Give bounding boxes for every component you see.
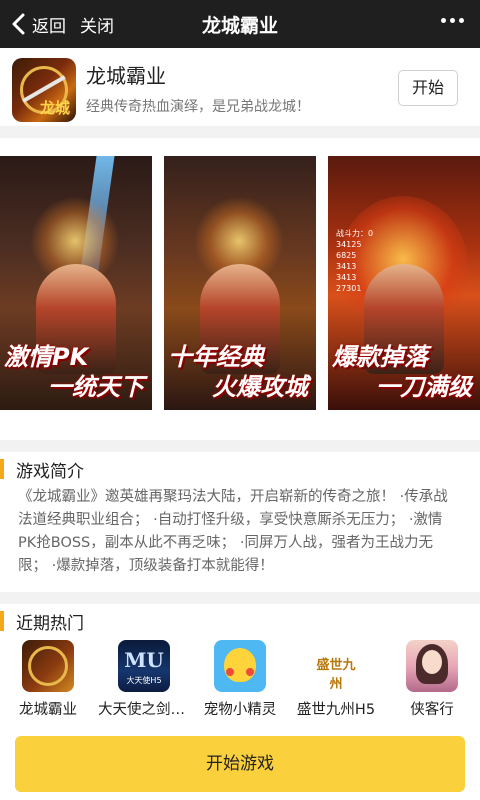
start-button[interactable]: 开始 <box>398 70 458 106</box>
banner-caption-line2: 一刀满级 <box>376 373 472 401</box>
game-icon: 盛世九州 <box>310 640 362 692</box>
app-name: 龙城霸业 <box>86 64 166 88</box>
top-nav-bar: 返回 关闭 龙城霸业 <box>0 0 480 48</box>
app-description: 经典传奇热血演绎，是兄弟战龙城！ <box>86 99 310 115</box>
intro-heading: 游戏简介 <box>0 458 84 482</box>
app-header: 龙城 龙城霸业 经典传奇热血演绎，是兄弟战龙城！ 开始 <box>0 48 480 126</box>
game-icon <box>214 640 266 692</box>
banner-caption: 十年经典 火爆攻城 <box>168 342 312 402</box>
intro-title: 游戏简介 <box>16 461 84 482</box>
chevron-left-icon <box>12 13 25 35</box>
banner-caption-line1: 激情PK <box>4 343 89 371</box>
banner-caption-line2: 火爆攻城 <box>212 373 308 401</box>
recent-heading: 近期热门 <box>0 610 84 634</box>
game-item[interactable]: 宠物小精灵 <box>194 640 286 719</box>
game-icon <box>22 640 74 692</box>
game-icon <box>406 640 458 692</box>
footer-bar: 开始游戏 <box>0 728 480 800</box>
close-button[interactable]: 关闭 <box>80 12 114 37</box>
banner-caption: 爆款掉落 一刀满级 <box>332 342 476 402</box>
game-name: 大天使之剑H5 <box>98 702 190 718</box>
game-icon-subtitle: 大天使H5 <box>126 676 162 685</box>
back-button[interactable]: 返回 <box>10 12 66 37</box>
game-item[interactable]: 龙城霸业 <box>2 640 94 719</box>
game-name: 侠客行 <box>410 702 454 718</box>
section-accent-bar <box>0 611 4 631</box>
game-intro-section: 游戏简介 《龙城霸业》邀英雄再聚玛法大陆，开启崭新的传奇之旅！ ·传承战法道经典… <box>0 452 480 592</box>
game-list: 龙城霸业 MU 大天使H5 大天使之剑H5 宠物小精灵 盛世九州 盛世九州H5 <box>0 640 480 726</box>
screenshot-banner-1[interactable]: 激情PK 一统天下 <box>0 156 152 410</box>
game-name: 龙城霸业 <box>19 702 77 718</box>
banner-caption-line2: 一统天下 <box>48 373 144 401</box>
start-game-button[interactable]: 开始游戏 <box>15 736 465 792</box>
banner-stats: 战斗力：0 34125 6825 3413 3413 27301 <box>336 229 374 293</box>
more-options-icon[interactable] <box>441 18 464 23</box>
app-icon: 龙城 <box>12 58 76 122</box>
game-item[interactable]: 盛世九州 盛世九州H5 <box>290 640 382 719</box>
banner-caption: 激情PK 一统天下 <box>4 342 148 402</box>
recent-title: 近期热门 <box>16 613 84 634</box>
banner-caption-line1: 十年经典 <box>168 343 264 371</box>
intro-text: 《龙城霸业》邀英雄再聚玛法大陆，开启崭新的传奇之旅！ ·传承战法道经典职业组合；… <box>18 489 448 574</box>
banner-caption-line1: 爆款掉落 <box>332 343 428 371</box>
back-label: 返回 <box>32 16 66 37</box>
screenshot-banner-2[interactable]: 十年经典 火爆攻城 <box>164 156 316 410</box>
page-title: 龙城霸业 <box>201 14 278 37</box>
game-name: 盛世九州H5 <box>296 702 376 718</box>
recent-hot-section: 近期热门 龙城霸业 MU 大天使H5 大天使之剑H5 宠物小精灵 盛世九州 盛世… <box>0 604 480 728</box>
game-icon-logo: MU <box>124 648 164 672</box>
screenshot-banner-3[interactable]: 战斗力：0 34125 6825 3413 3413 27301 爆款掉落 一刀… <box>328 156 480 410</box>
screenshot-carousel[interactable]: 激情PK 一统天下 十年经典 火爆攻城 战斗力：0 34125 6825 341… <box>0 138 480 440</box>
section-accent-bar <box>0 459 4 479</box>
game-icon: MU 大天使H5 <box>118 640 170 692</box>
game-name: 宠物小精灵 <box>203 702 277 718</box>
game-item[interactable]: MU 大天使H5 大天使之剑H5 <box>98 640 190 719</box>
game-icon-logo: 盛世九州 <box>316 658 356 692</box>
app-icon-logo: 龙城 <box>39 99 70 117</box>
game-item[interactable]: 侠客行 <box>386 640 478 719</box>
